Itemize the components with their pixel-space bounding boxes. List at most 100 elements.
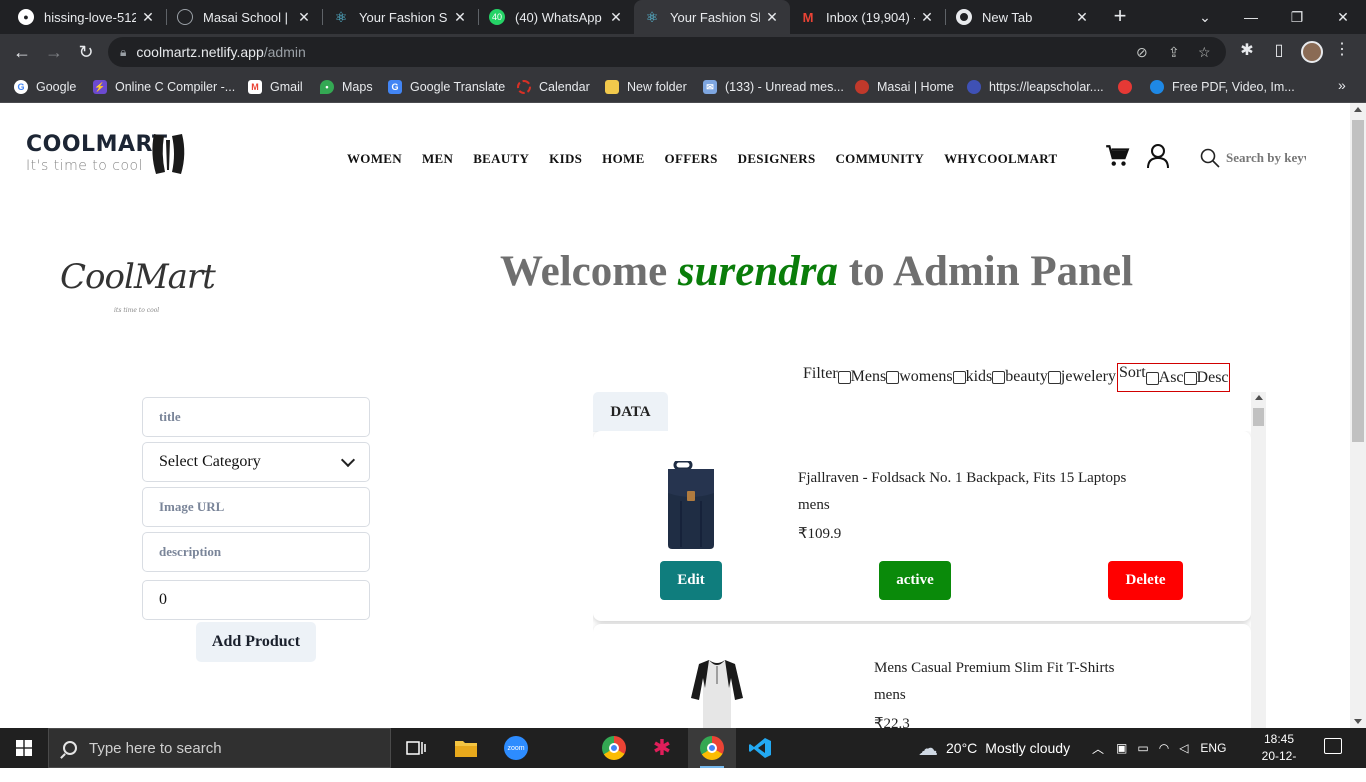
image-url-input[interactable] <box>159 499 353 515</box>
nav-women[interactable]: WOMEN <box>347 151 402 167</box>
close-icon[interactable]: ✕ <box>919 9 935 26</box>
meet-now-icon[interactable]: ▣ <box>1116 741 1127 755</box>
checkbox[interactable] <box>1145 372 1159 385</box>
product-list-scrollbar[interactable] <box>1251 392 1266 728</box>
kebab-menu-icon[interactable]: ⋮ <box>1334 39 1350 59</box>
delete-button[interactable]: Delete <box>1108 561 1183 600</box>
edit-button[interactable]: Edit <box>660 561 722 600</box>
restore-icon[interactable]: ❐ <box>1274 0 1320 34</box>
quantity-input[interactable] <box>159 591 353 609</box>
slack-icon[interactable]: ✱ <box>638 728 686 768</box>
task-view-icon[interactable] <box>392 728 440 768</box>
close-icon[interactable]: ✕ <box>296 9 312 26</box>
cart-icon[interactable] <box>1104 143 1130 169</box>
nav-designers[interactable]: DESIGNERS <box>738 151 816 167</box>
filter-mens[interactable]: Mens <box>837 363 886 386</box>
share-icon[interactable]: ⇪ <box>1168 44 1180 61</box>
back-arrow-icon[interactable]: ← <box>10 40 34 64</box>
bookmark-google-translate[interactable]: G Google Translate <box>388 77 505 97</box>
bookmark-masai-home[interactable]: Masai | Home <box>855 77 954 97</box>
windows-start-button[interactable] <box>0 728 48 768</box>
scroll-thumb[interactable] <box>1352 120 1364 442</box>
close-icon[interactable]: ✕ <box>452 9 468 26</box>
nav-community[interactable]: COMMUNITY <box>835 151 924 167</box>
browser-tab[interactable]: ● hissing-love-5128 ✕ <box>8 0 166 34</box>
scroll-thumb[interactable] <box>1253 408 1264 426</box>
extensions-puzzle-icon[interactable]: ✱ <box>1235 40 1259 60</box>
volume-icon[interactable]: ◁ <box>1179 741 1188 755</box>
scroll-down-icon[interactable] <box>1354 719 1362 724</box>
side-panel-icon[interactable]: ▯ <box>1267 40 1291 60</box>
search-input[interactable] <box>1226 150 1306 166</box>
title-input[interactable] <box>159 409 353 425</box>
close-icon[interactable]: ✕ <box>608 9 624 26</box>
nav-beauty[interactable]: BEAUTY <box>473 151 529 167</box>
sort-desc[interactable]: Desc <box>1183 364 1229 387</box>
star-icon[interactable]: ☆ <box>1198 44 1211 61</box>
browser-tab[interactable]: ⚛ Your Fashion Sho ✕ <box>323 0 478 34</box>
checkbox[interactable] <box>992 371 1006 384</box>
chrome-profile-icon[interactable] <box>688 728 736 768</box>
bookmark-calendar[interactable]: Calendar <box>517 77 590 97</box>
checkbox[interactable] <box>1183 372 1197 385</box>
browser-tab-active[interactable]: ⚛ Your Fashion Sho ✕ <box>634 0 790 34</box>
quantity-field[interactable] <box>142 580 370 620</box>
status-active-button[interactable]: active <box>879 561 951 600</box>
browser-tab[interactable]: New Tab ✕ <box>946 0 1100 34</box>
checkbox[interactable] <box>886 371 900 384</box>
file-explorer-icon[interactable] <box>442 728 490 768</box>
checkbox[interactable] <box>1047 371 1061 384</box>
bookmark-gmail[interactable]: M Gmail <box>248 77 303 97</box>
page-scrollbar[interactable] <box>1350 103 1366 728</box>
nav-kids[interactable]: KIDS <box>549 151 582 167</box>
zoom-icon[interactable]: zoom <box>492 728 540 768</box>
description-input[interactable] <box>159 544 353 560</box>
bookmark-unread-messages[interactable]: ✉ (133) - Unread mes... <box>703 77 844 97</box>
checkbox[interactable] <box>837 371 851 384</box>
tab-search-chevron-icon[interactable]: ⌄ <box>1182 0 1228 34</box>
chrome-icon[interactable] <box>590 728 638 768</box>
bookmark-leapscholar[interactable]: https://leapscholar.... <box>967 77 1104 97</box>
search-icon[interactable] <box>1200 148 1220 168</box>
title-field[interactable] <box>142 397 370 437</box>
user-icon[interactable] <box>1146 143 1170 169</box>
bookmarks-overflow-icon[interactable]: » <box>1338 77 1346 93</box>
taskbar-search[interactable]: Type here to search <box>48 728 391 768</box>
new-tab-button[interactable]: + <box>1108 5 1132 29</box>
browser-tab[interactable]: M Inbox (19,904) - s ✕ <box>790 0 945 34</box>
nav-whycoolmart[interactable]: WHYCOOLMART <box>944 151 1057 167</box>
close-icon[interactable]: ✕ <box>764 9 780 26</box>
image-url-field[interactable] <box>142 487 370 527</box>
bookmark-maps[interactable]: • Maps <box>320 77 373 97</box>
bookmark-google[interactable]: G Google <box>14 77 76 97</box>
site-logo[interactable]: COOLMART It's time to cool <box>26 130 191 180</box>
browser-tab[interactable]: 40 (40) WhatsApp ✕ <box>479 0 634 34</box>
description-field[interactable] <box>142 532 370 572</box>
clock[interactable]: 18:45 20-12-2022 <box>1252 731 1306 782</box>
sort-asc[interactable]: Asc <box>1145 364 1184 387</box>
bookmark-record[interactable] <box>1118 77 1140 97</box>
category-select[interactable]: Select Category <box>142 442 370 482</box>
minimize-icon[interactable]: — <box>1228 0 1274 34</box>
filter-beauty[interactable]: beauty <box>992 363 1048 386</box>
reload-icon[interactable]: ↻ <box>74 40 98 64</box>
checkbox[interactable] <box>952 371 966 384</box>
chevron-up-icon[interactable]: ︿ <box>1092 740 1104 757</box>
filter-kids[interactable]: kids <box>952 363 992 386</box>
close-icon[interactable]: ✕ <box>1074 9 1090 26</box>
add-product-button[interactable]: Add Product <box>196 622 316 662</box>
profile-avatar[interactable] <box>1301 41 1323 63</box>
forward-arrow-icon[interactable]: → <box>42 40 66 64</box>
notification-center-icon[interactable] <box>1324 738 1342 754</box>
language-indicator[interactable]: ENG <box>1200 741 1226 755</box>
close-window-icon[interactable]: ✕ <box>1320 0 1366 34</box>
bookmark-online-c-compiler[interactable]: ⚡ Online C Compiler -... <box>93 77 235 97</box>
close-icon[interactable]: ✕ <box>140 9 156 26</box>
browser-tab[interactable]: Masai School | Co ✕ <box>167 0 322 34</box>
weather-widget[interactable]: ☁ 20°C Mostly cloudy <box>918 728 1070 768</box>
scroll-up-icon[interactable] <box>1354 107 1362 112</box>
battery-icon[interactable]: ▭ <box>1137 741 1148 755</box>
filter-jewelery[interactable]: jewelery <box>1047 363 1116 386</box>
address-bar[interactable]: 🔒︎ coolmartz.netlify.app/admin ⊘ ⇪ ☆ <box>108 37 1226 67</box>
site-search[interactable] <box>1200 147 1306 169</box>
